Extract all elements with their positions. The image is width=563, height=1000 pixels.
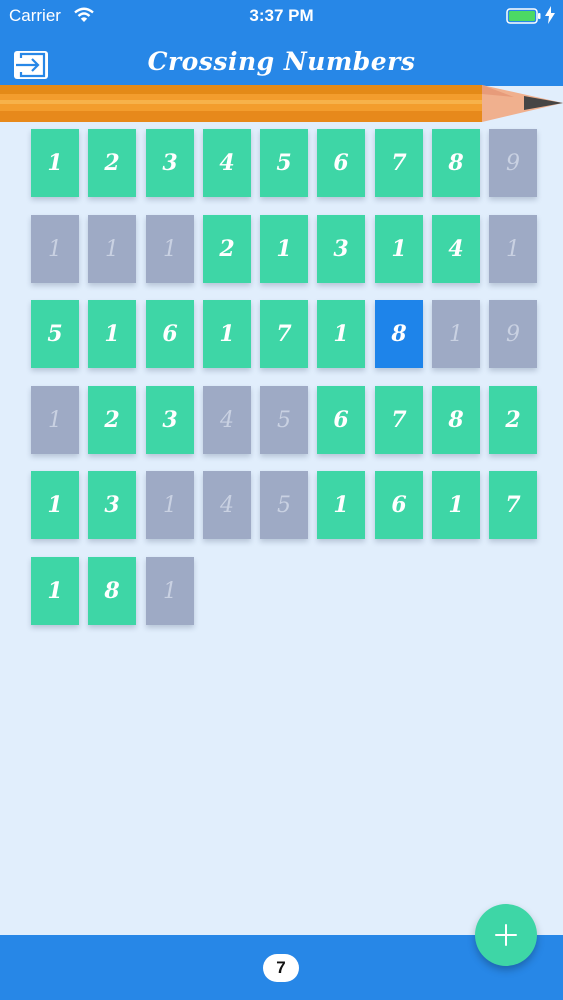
number-tile[interactable]: 2 (88, 129, 136, 197)
number-tile[interactable]: 7 (375, 129, 423, 197)
remaining-count-badge: 7 (263, 954, 299, 982)
number-tile[interactable]: 1 (88, 215, 136, 283)
number-tile[interactable]: 1 (317, 300, 365, 368)
number-tile[interactable]: 6 (317, 129, 365, 197)
number-tile[interactable]: 8 (375, 300, 423, 368)
number-tile[interactable]: 1 (203, 300, 251, 368)
number-tile[interactable]: 2 (88, 386, 136, 454)
number-tile[interactable]: 1 (31, 215, 79, 283)
number-tile[interactable]: 1 (31, 557, 79, 625)
number-tile[interactable]: 7 (260, 300, 308, 368)
plus-icon (495, 924, 517, 946)
number-tile[interactable]: 1 (317, 471, 365, 539)
number-grid: 1234567891112131415161718191234567821314… (0, 0, 563, 1000)
number-tile[interactable]: 1 (146, 215, 194, 283)
number-tile[interactable]: 5 (260, 129, 308, 197)
number-tile[interactable]: 9 (489, 129, 537, 197)
number-tile[interactable]: 1 (260, 215, 308, 283)
number-tile[interactable]: 3 (88, 471, 136, 539)
number-tile[interactable]: 4 (203, 471, 251, 539)
number-tile[interactable]: 3 (146, 386, 194, 454)
number-tile[interactable]: 5 (31, 300, 79, 368)
number-tile[interactable]: 5 (260, 386, 308, 454)
number-tile[interactable]: 1 (146, 557, 194, 625)
number-tile[interactable]: 4 (203, 386, 251, 454)
number-tile[interactable]: 3 (317, 215, 365, 283)
add-numbers-button[interactable] (475, 904, 537, 966)
number-tile[interactable]: 8 (432, 129, 480, 197)
number-tile[interactable]: 1 (31, 471, 79, 539)
number-tile[interactable]: 1 (489, 215, 537, 283)
number-tile[interactable]: 1 (432, 300, 480, 368)
number-tile[interactable]: 4 (432, 215, 480, 283)
number-tile[interactable]: 9 (489, 300, 537, 368)
number-tile[interactable]: 7 (375, 386, 423, 454)
number-tile[interactable]: 1 (375, 215, 423, 283)
number-tile[interactable]: 1 (31, 386, 79, 454)
number-tile[interactable]: 4 (203, 129, 251, 197)
number-tile[interactable]: 2 (203, 215, 251, 283)
number-tile[interactable]: 5 (260, 471, 308, 539)
number-tile[interactable]: 8 (432, 386, 480, 454)
number-tile[interactable]: 8 (88, 557, 136, 625)
number-tile[interactable]: 6 (146, 300, 194, 368)
number-tile[interactable]: 6 (375, 471, 423, 539)
number-tile[interactable]: 1 (31, 129, 79, 197)
number-tile[interactable]: 7 (489, 471, 537, 539)
number-tile[interactable]: 1 (146, 471, 194, 539)
number-tile[interactable]: 3 (146, 129, 194, 197)
number-tile[interactable]: 1 (432, 471, 480, 539)
number-tile[interactable]: 1 (88, 300, 136, 368)
number-tile[interactable]: 6 (317, 386, 365, 454)
number-tile[interactable]: 2 (489, 386, 537, 454)
